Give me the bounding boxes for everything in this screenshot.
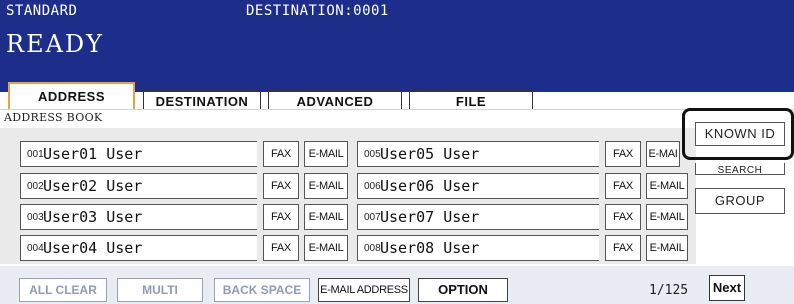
address-entry[interactable]: 004 User04 User	[20, 235, 257, 261]
fax-button[interactable]: FAX	[263, 235, 299, 261]
status-header: STANDARD DESTINATION:0001 READY	[0, 0, 794, 92]
fax-button[interactable]: FAX	[263, 173, 299, 199]
entry-name: User04 User	[43, 239, 143, 257]
multi-button[interactable]: MULTI	[117, 278, 203, 302]
next-page-button[interactable]: Next	[709, 275, 745, 301]
mode-label: STANDARD	[6, 3, 78, 19]
section-title: ADDRESS BOOK	[4, 111, 103, 124]
search-address-button[interactable]: SEARCH ADDRESS	[695, 163, 785, 175]
address-entry[interactable]: 003 User03 User	[20, 204, 257, 230]
fax-button[interactable]: FAX	[605, 141, 641, 167]
email-button[interactable]: E-MAIL	[304, 173, 348, 199]
email-button[interactable]: E-MAIL	[646, 204, 688, 230]
back-space-button[interactable]: BACK SPACE	[214, 278, 310, 302]
entry-name: User03 User	[43, 208, 143, 226]
tab-advanced-label: ADVANCED	[296, 94, 374, 109]
email-button[interactable]: E-MAIL	[304, 141, 348, 167]
email-button[interactable]: E-MAIL	[304, 204, 348, 230]
entry-name: User05 User	[380, 145, 480, 163]
email-button[interactable]: E-MAIL	[646, 173, 688, 199]
fax-button[interactable]: FAX	[263, 204, 299, 230]
machine-status: READY	[6, 30, 105, 58]
address-entry[interactable]: 005 User05 User	[357, 141, 599, 167]
entry-number: 006	[364, 181, 381, 192]
address-entry[interactable]: 008 User08 User	[357, 235, 599, 261]
entry-number: 002	[27, 181, 44, 192]
address-entry[interactable]: 002 User02 User	[20, 173, 257, 199]
fax-button[interactable]: FAX	[605, 235, 641, 261]
entry-number: 001	[27, 149, 44, 160]
entry-name: User06 User	[380, 177, 480, 195]
address-entry[interactable]: 006 User06 User	[357, 173, 599, 199]
address-entry[interactable]: 001 User01 User	[20, 141, 257, 167]
fax-button[interactable]: FAX	[263, 141, 299, 167]
destination-counter: DESTINATION:0001	[246, 3, 389, 19]
focus-highlight	[682, 108, 794, 160]
option-button[interactable]: OPTION	[418, 278, 508, 302]
entry-number: 008	[364, 243, 381, 254]
tab-file-label: FILE	[455, 94, 487, 109]
entry-name: User08 User	[380, 239, 480, 257]
tab-destination-label: DESTINATION	[155, 94, 249, 109]
tab-address-label: ADDRESS	[37, 89, 106, 104]
group-button[interactable]: GROUP	[695, 188, 785, 214]
fax-button[interactable]: FAX	[605, 173, 641, 199]
address-entry[interactable]: 007 User07 User	[357, 204, 599, 230]
email-button[interactable]: E-MAIL	[304, 235, 348, 261]
tab-bar: ADDRESS DESTINATION ADVANCED FILE	[0, 80, 794, 112]
email-button[interactable]: E-MAI	[646, 141, 680, 167]
entry-name: User02 User	[43, 177, 143, 195]
entry-number: 003	[27, 212, 44, 223]
all-clear-button[interactable]: ALL CLEAR	[19, 278, 107, 302]
entry-name: User07 User	[380, 208, 480, 226]
entry-number: 004	[27, 243, 44, 254]
page-counter: 1/125	[649, 283, 689, 298]
email-button[interactable]: E-MAIL	[646, 235, 688, 261]
entry-number: 007	[364, 212, 381, 223]
fax-button[interactable]: FAX	[605, 204, 641, 230]
entry-number: 005	[364, 149, 381, 160]
tab-address[interactable]: ADDRESS	[8, 82, 135, 112]
email-address-button[interactable]: E-MAIL ADDRESS	[318, 278, 410, 302]
entry-name: User01 User	[43, 145, 143, 163]
